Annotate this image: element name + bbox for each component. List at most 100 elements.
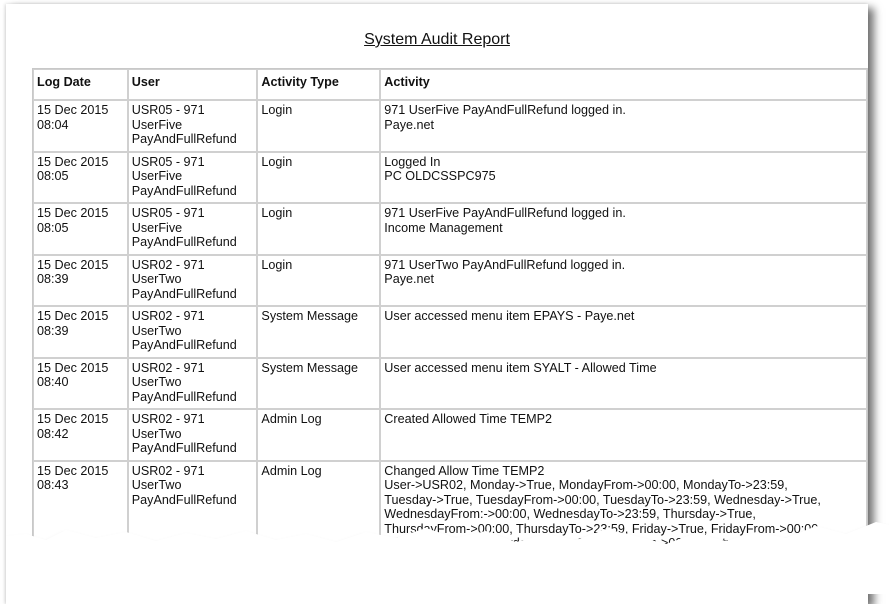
activity-cell: User accessed menu item EPAYS - Paye.net <box>380 306 867 358</box>
user-cell-line: PayAndFullRefund <box>131 235 237 249</box>
column-header-activity: Activity <box>380 69 867 100</box>
activity-cell: Changed Allow Time TEMP2 User->USR02, Mon… <box>380 460 867 570</box>
activity-cell-line: WednesdayFrom:->00:00, WednesdayTo->23:5… <box>384 507 756 521</box>
user-cell: USR02 - 971 UserTwo PayAndFullRefund <box>127 357 258 409</box>
activity-cell-line: Changed Allow Time TEMP2 <box>384 463 545 478</box>
activity-cell: Created Allowed Time TEMP2 <box>380 409 867 461</box>
activity-cell-line: Income Management <box>384 220 503 235</box>
activity-cell: Logged In PC OLDCSSPC975 <box>380 151 867 203</box>
log-date-cell-line: 08:05 <box>37 169 69 183</box>
audit-table: Log Date User Activity Type Activity 15 … <box>32 68 868 571</box>
log-date-cell: 15 Dec 2015 08:04 <box>33 100 128 152</box>
user-cell-line: UserTwo <box>131 272 182 286</box>
activity-cell-line: Created Allowed Time TEMP2 <box>384 412 553 426</box>
user-cell-line: UserTwo <box>131 426 182 441</box>
log-date-cell: 15 Dec 2015 08:43 <box>33 460 128 570</box>
user-cell: USR02 - 971 UserTwo PayAndFullRefund <box>127 409 258 461</box>
activity-cell-line: FridayTo->23:59, Saturday->True, Saturda… <box>384 536 818 550</box>
log-date-cell-line: 15 Dec 2015 <box>37 463 109 478</box>
user-cell-line: UserFive <box>131 117 183 132</box>
user-cell-line: USR02 - 971 <box>131 360 205 375</box>
activity-cell: 971 UserTwo PayAndFullRefund logged in. P… <box>380 254 867 306</box>
table-row: 15 Dec 2015 08:05 USR05 - 971 UserFive PayAn… <box>33 203 867 255</box>
user-cell-line: UserTwo <box>131 478 182 492</box>
table-row: 15 Dec 2015 08:39 USR02 - 971 UserTwo PayAnd… <box>33 306 867 358</box>
user-cell: USR05 - 971 UserFive PayAndFullRefund <box>127 203 258 255</box>
log-date-cell: 15 Dec 2015 08:39 <box>33 254 128 306</box>
user-cell-line: PayAndFullRefund <box>131 338 237 352</box>
table-row: 15 Dec 2015 08:05 USR05 - 971 UserFive PayAn… <box>33 151 867 203</box>
user-cell-line: PayAndFullRefund <box>131 132 237 146</box>
log-date-cell-line: 08:39 <box>37 323 69 338</box>
table-row: 15 Dec 2015 08:42 USR02 - 971 UserTwo PayAnd… <box>33 409 867 461</box>
log-date-cell: 15 Dec 2015 08:39 <box>33 306 128 358</box>
activity-cell: 971 UserFive PayAndFullRefund logged in.… <box>380 100 867 152</box>
user-cell-line: USR02 - 971 <box>131 412 205 426</box>
user-cell-line: PayAndFullRefund <box>131 286 237 301</box>
column-header-log-date: Log Date <box>33 69 128 100</box>
activity-cell-line: 971 UserFive PayAndFullRefund logged in. <box>384 206 626 220</box>
activity-type-cell: System Message <box>257 306 381 358</box>
activity-type-cell: Admin Log <box>257 409 381 461</box>
table-row: 15 Dec 2015 08:43 USR02 - 971 UserTwo PayAnd… <box>33 460 867 570</box>
column-header-user: User <box>127 69 258 100</box>
log-date-cell-line: 15 Dec 2015 <box>37 154 109 169</box>
activity-type-cell: Admin Log <box>257 460 381 570</box>
log-date-cell-line: 15 Dec 2015 <box>37 257 109 272</box>
log-date-cell-line: 08:05 <box>37 220 69 235</box>
table-row: 15 Dec 2015 08:39 USR02 - 971 UserTwo PayAnd… <box>33 254 867 306</box>
activity-cell: 971 UserFive PayAndFullRefund logged in.… <box>380 203 867 255</box>
activity-type-cell: System Message <box>257 357 381 409</box>
user-cell-line: PayAndFullRefund <box>131 441 237 455</box>
log-date-cell-line: 08:43 <box>37 478 69 492</box>
user-cell-line: PayAndFullRefund <box>131 389 237 404</box>
log-date-cell: 15 Dec 2015 08:05 <box>33 203 128 255</box>
activity-cell-line: Tuesday->True, TuesdayFrom->00:00, Tuesd… <box>384 492 821 507</box>
table-row: 15 Dec 2015 08:04 USR05 - 971 UserFive PayAn… <box>33 100 867 152</box>
log-date-cell-line: 08:39 <box>37 272 69 286</box>
user-cell-line: USR02 - 971 <box>131 463 205 478</box>
user-cell: USR05 - 971 UserFive PayAndFullRefund <box>127 100 258 152</box>
activity-cell-line: Logged In <box>384 154 441 169</box>
user-cell: USR05 - 971 UserFive PayAndFullRefund <box>127 151 258 203</box>
log-date-cell-line: 15 Dec 2015 <box>37 360 109 375</box>
user-cell: USR02 - 971 UserTwo PayAndFullRefund <box>127 306 258 358</box>
activity-cell-line: 971 UserFive PayAndFullRefund logged in. <box>384 103 626 117</box>
table-header-row: Log Date User Activity Type Activity <box>33 69 867 100</box>
user-cell-line: PayAndFullRefund <box>131 183 237 198</box>
activity-cell-line: User accessed menu item EPAYS - Paye.net <box>384 309 635 323</box>
activity-type-cell: Login <box>257 254 381 306</box>
activity-type-cell: Login <box>257 203 381 255</box>
log-date-cell-line: 15 Dec 2015 <box>37 412 109 426</box>
user-cell: USR02 - 971 UserTwo PayAndFullRefund <box>127 254 258 306</box>
column-header-activity-type: Activity Type <box>257 69 381 100</box>
activity-cell-line: PC OLDCSSPC975 <box>384 169 496 183</box>
activity-type-cell: Login <box>257 100 381 152</box>
user-cell-line: USR05 - 971 <box>131 154 205 169</box>
log-date-cell-line: 08:40 <box>37 375 69 389</box>
user-cell-line: PayAndFullRefund <box>131 492 237 507</box>
log-date-cell-line: 15 Dec 2015 <box>37 206 109 220</box>
activity-cell: User accessed menu item SYALT - Allowed … <box>380 357 867 409</box>
user-cell-line: USR05 - 971 <box>131 103 205 117</box>
log-date-cell-line: 08:04 <box>37 117 69 132</box>
user-cell-line: UserFive <box>131 169 183 183</box>
user-cell-line: USR05 - 971 <box>131 206 205 220</box>
report-page: System Audit Report Log Date User Activi… <box>6 4 889 604</box>
activity-type-cell: Login <box>257 151 381 203</box>
user-cell-line: UserTwo <box>131 375 182 389</box>
user-cell-line: UserTwo <box>131 323 182 338</box>
log-date-cell-line: 15 Dec 2015 <box>37 103 109 117</box>
user-cell-line: USR02 - 971 <box>131 309 205 323</box>
log-date-cell: 15 Dec 2015 08:42 <box>33 409 128 461</box>
report-title: System Audit Report <box>364 31 510 48</box>
activity-cell-line: ThursdayFrom->00:00, ThursdayTo->23:59, … <box>384 521 822 536</box>
activity-cell-line: 971 UserTwo PayAndFullRefund logged in. <box>384 257 626 272</box>
user-cell-line: USR02 - 971 <box>131 257 205 272</box>
table-row: 15 Dec 2015 08:40 USR02 - 971 UserTwo PayAnd… <box>33 357 867 409</box>
user-cell: USR02 - 971 UserTwo PayAndFullRefund <box>127 460 258 570</box>
activity-cell-line: User->USR02, Monday->True, MondayFrom->0… <box>384 478 788 492</box>
log-date-cell: 15 Dec 2015 08:40 <box>33 357 128 409</box>
activity-cell-line: Paye.net <box>384 117 435 132</box>
log-date-cell-line: 08:42 <box>37 426 69 441</box>
